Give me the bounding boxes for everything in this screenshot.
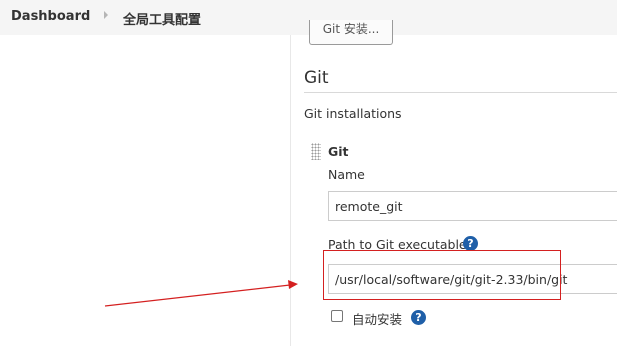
annotation-arrow	[104, 280, 298, 307]
git-section-title: Git	[304, 68, 329, 88]
drag-handle-icon[interactable]	[311, 143, 321, 160]
auto-install-checkbox[interactable]	[331, 310, 343, 322]
git-installations-button[interactable]: Git 安装...	[309, 20, 393, 45]
chevron-right-icon[interactable]	[104, 11, 108, 19]
name-field-label: Name	[328, 167, 365, 182]
auto-install-label[interactable]: 自动安装	[352, 309, 402, 328]
breadcrumb-dashboard-link[interactable]: Dashboard	[11, 9, 90, 24]
breadcrumb-current-page[interactable]: 全局工具配置	[123, 9, 201, 28]
git-installation-title: Git	[328, 144, 349, 159]
git-installations-label: Git installations	[304, 106, 402, 121]
help-icon[interactable]: ?	[411, 310, 426, 325]
path-field-label: Path to Git executable	[328, 237, 467, 252]
git-executable-path-input[interactable]	[328, 264, 617, 294]
side-panel-divider	[290, 35, 291, 346]
help-icon[interactable]: ?	[463, 236, 478, 251]
name-input[interactable]	[328, 191, 617, 221]
annotation-arrow-line	[104, 284, 291, 307]
global-tool-configuration-page: Dashboard 全局工具配置 Git 安装... Git Git insta…	[0, 0, 617, 346]
section-divider	[304, 92, 617, 93]
git-installations-button-label: Git 安装...	[322, 22, 380, 36]
